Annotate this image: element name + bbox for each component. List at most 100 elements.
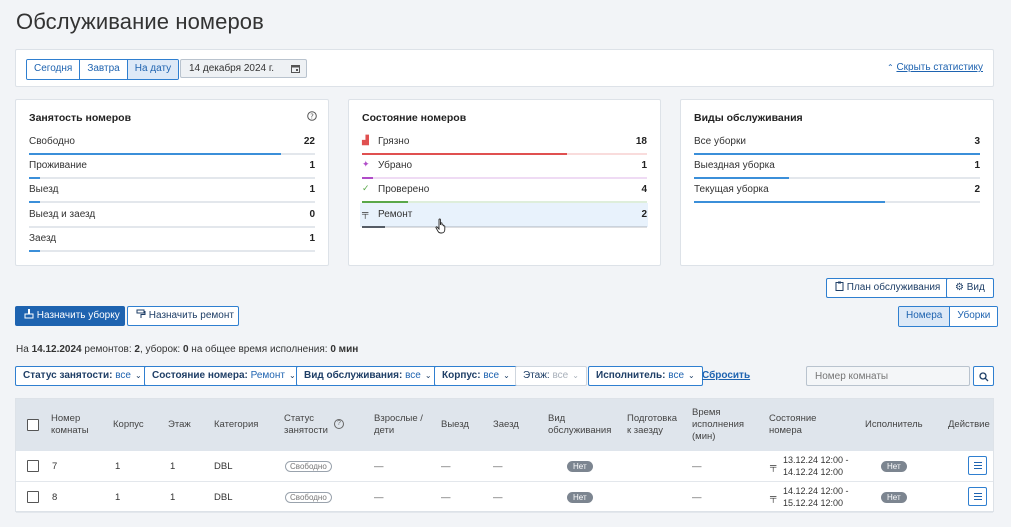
row-action-menu-button[interactable] xyxy=(968,487,987,506)
chevron-down-icon: ⌄ xyxy=(288,371,296,380)
room-state-row[interactable]: ▟ Грязно 18 xyxy=(362,131,647,155)
tab-tomorrow[interactable]: Завтра xyxy=(80,60,128,79)
help-icon[interactable]: ? xyxy=(307,111,317,121)
stat-label: Свободно xyxy=(29,136,75,147)
chevron-down-icon: ⌄ xyxy=(424,371,432,380)
room-number-search-input[interactable] xyxy=(806,366,970,386)
status-badge: Свободно xyxy=(285,492,332,503)
day-selector: Сегодня Завтра На дату xyxy=(26,59,180,80)
checkout-cell: — xyxy=(441,492,451,503)
date-toolbar: Сегодня Завтра На дату 14 декабря 2024 г… xyxy=(15,49,994,87)
filter-value: все xyxy=(552,370,569,381)
filter-label: Вид обслуживания: xyxy=(304,370,403,381)
check-icon: ✓ xyxy=(362,183,370,194)
reset-filters-link[interactable]: Сбросить xyxy=(702,370,750,381)
assign-repair-button[interactable]: Назначить ремонт xyxy=(127,306,239,326)
menu-icon xyxy=(969,457,986,474)
toggle-rooms[interactable]: Номера xyxy=(899,307,951,326)
column-header-category[interactable]: Категория xyxy=(214,419,258,431)
service-types-row[interactable]: Текущая уборка 2 xyxy=(694,179,980,204)
view-settings-button[interactable]: ⚙ Вид xyxy=(946,278,994,298)
occupancy-row[interactable]: Проживание 1 xyxy=(29,155,315,180)
column-header-executor[interactable]: Исполнитель xyxy=(865,419,923,431)
column-header-checkin-prep[interactable]: Подготовка к заезду xyxy=(627,413,677,437)
column-header-occupancy-status[interactable]: Статус занятости xyxy=(284,413,328,437)
floor-cell: 1 xyxy=(170,461,176,472)
column-header-action[interactable]: Действие xyxy=(948,419,990,431)
date-field[interactable]: 14 декабря 2024 г. xyxy=(180,59,307,78)
menu-icon xyxy=(969,488,986,505)
help-icon[interactable]: ? xyxy=(334,419,344,429)
chevron-down-icon: ⌄ xyxy=(572,371,579,380)
stat-bar-track xyxy=(362,225,647,228)
filter-label: Статус занятости: xyxy=(23,370,113,381)
filter-label: Корпус: xyxy=(442,370,481,381)
column-header-building[interactable]: Корпус xyxy=(113,419,144,431)
row-checkbox[interactable] xyxy=(27,491,39,503)
filter-dropdown[interactable]: Исполнитель: все ⌄ xyxy=(588,366,703,386)
select-all-checkbox[interactable] xyxy=(27,419,39,431)
stat-label: Грязно xyxy=(378,136,410,147)
service-type-badge: Нет xyxy=(567,461,593,472)
rooms-cleanings-toggle: Номера Уборки xyxy=(898,306,999,327)
row-checkbox[interactable] xyxy=(27,460,39,472)
stat-count: 2 xyxy=(641,208,647,220)
table-row[interactable]: 8 1 1 DBL Свободно — — — Нет — ╤ 14.12.24 12:00 - 15… xyxy=(16,482,993,513)
tab-on-date[interactable]: На дату xyxy=(127,60,179,79)
stat-label: Убрано xyxy=(378,160,413,172)
occupancy-row[interactable]: Выезд 1 xyxy=(29,179,315,204)
executor-badge: Нет xyxy=(881,461,907,472)
guests-cell: — xyxy=(374,492,384,503)
room-state-row[interactable]: ✦ Убрано 1 xyxy=(362,155,647,180)
service-types-row[interactable]: Все уборки 3 xyxy=(694,131,980,155)
paint-roller-icon xyxy=(136,309,146,318)
column-header-room-number[interactable]: Номер комнаты xyxy=(51,413,89,437)
room-state-card: Состояние номеров ▟ Грязно 18 ✦ Убрано 1 ✓ Пров… xyxy=(348,99,661,266)
service-types-title: Виды обслуживания xyxy=(694,112,803,124)
occupancy-row[interactable]: Свободно 22 xyxy=(29,131,315,155)
stat-count: 18 xyxy=(635,136,647,147)
service-types-row[interactable]: Выездная уборка 1 xyxy=(694,155,980,180)
paint-roller-icon: ╤ xyxy=(362,207,369,218)
filter-dropdown[interactable]: Вид обслуживания: все ⌄ xyxy=(296,366,440,386)
column-header-floor[interactable]: Этаж xyxy=(168,419,191,431)
execution-time-cell: — xyxy=(692,461,702,472)
room-state-period-start: 13.12.24 12:00 - xyxy=(783,455,849,465)
filter-label: Исполнитель: xyxy=(596,370,666,381)
column-header-checkout[interactable]: Выезд xyxy=(441,419,469,431)
column-header-checkin[interactable]: Заезд xyxy=(493,419,519,431)
occupancy-row[interactable]: Заезд 1 xyxy=(29,228,315,252)
stat-label: Заезд xyxy=(29,232,57,244)
room-state-row[interactable]: ╤ Ремонт 2 xyxy=(362,204,647,228)
room-number-cell: 7 xyxy=(52,461,58,472)
filter-dropdown[interactable]: Состояние номера: Ремонт ⌄ xyxy=(144,366,304,386)
chevron-down-icon: ⌄ xyxy=(134,371,142,380)
filter-value: Ремонт xyxy=(250,370,285,381)
filter-value: все xyxy=(115,370,131,381)
column-header-execution-time[interactable]: Время исполнения (мин) xyxy=(692,407,744,443)
calendar-icon[interactable] xyxy=(291,64,300,73)
occupancy-row[interactable]: Выезд и заезд 0 xyxy=(29,204,315,228)
assign-cleaning-button[interactable]: Назначить уборку xyxy=(15,306,125,326)
checkout-cell: — xyxy=(441,461,451,472)
filter-dropdown[interactable]: Статус занятости: все ⌄ xyxy=(15,366,150,386)
toggle-cleanings[interactable]: Уборки xyxy=(950,307,998,326)
service-type-badge: Нет xyxy=(567,492,593,503)
hide-stats-link[interactable]: ⌃ Скрыть статистику xyxy=(887,62,983,73)
tab-today[interactable]: Сегодня xyxy=(27,60,81,79)
summary-line: На 14.12.2024 ремонтов: 2, уборок: 0 на … xyxy=(16,344,359,355)
filter-dropdown[interactable]: Корпус: все ⌄ xyxy=(434,366,518,386)
room-state-row[interactable]: ✓ Проверено 4 xyxy=(362,179,647,204)
stat-bar-fill xyxy=(29,249,41,252)
column-header-room-state[interactable]: Состояние номера xyxy=(769,413,816,437)
table-row[interactable]: 7 1 1 DBL Свободно — — — Нет — ╤ 13.12.24 12:00 - 14… xyxy=(16,451,993,482)
service-plan-button[interactable]: План обслуживания xyxy=(826,278,950,298)
service-types-card: Виды обслуживания Все уборки 3 Выездная уб… xyxy=(680,99,994,266)
page-title: Обслуживание номеров xyxy=(16,9,264,34)
column-header-guests[interactable]: Взрослые / дети xyxy=(374,413,423,437)
filter-value: все xyxy=(405,370,421,381)
row-action-menu-button[interactable] xyxy=(968,456,987,475)
stat-label: Проверено xyxy=(378,184,430,196)
search-button[interactable] xyxy=(973,366,994,386)
column-header-service-type[interactable]: Вид обслуживания xyxy=(548,413,611,437)
